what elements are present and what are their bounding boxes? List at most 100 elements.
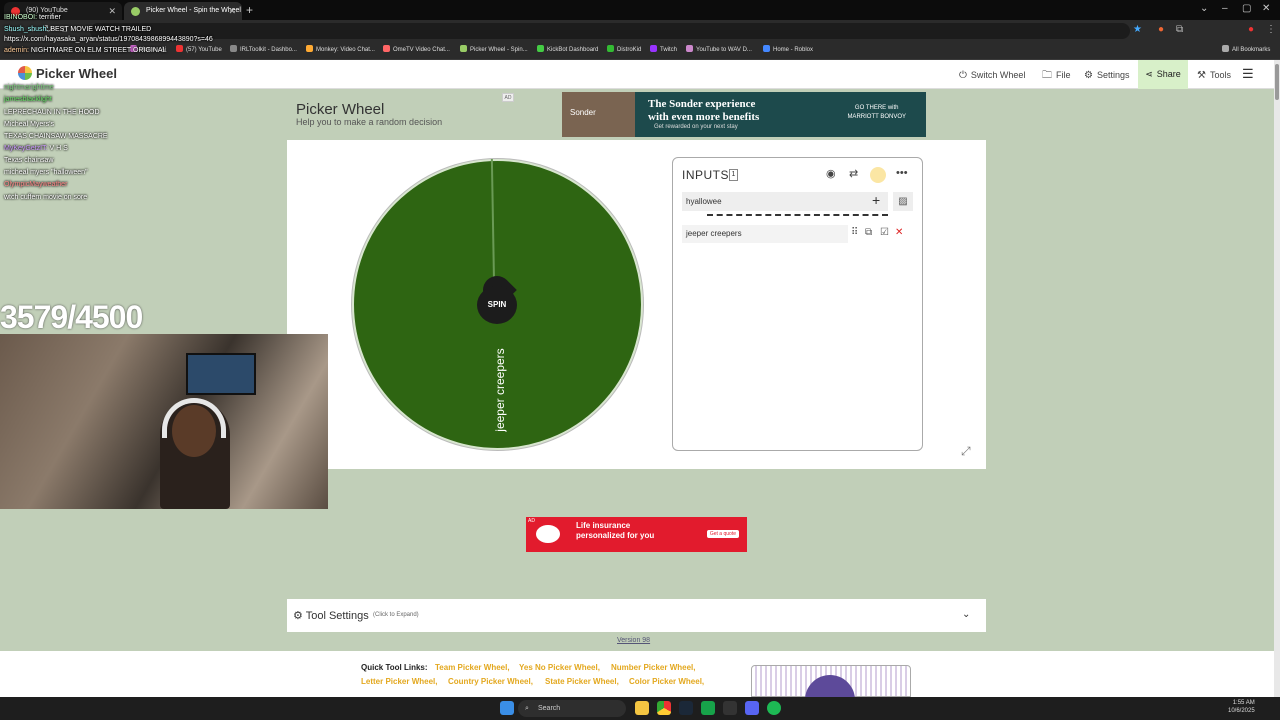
shuffle-icon[interactable]: ⇄ — [849, 167, 858, 180]
ad-cta: Get a quote — [706, 530, 739, 538]
browser-tab-active[interactable]: Picker Wheel - Spin the Wheel ✕ — [124, 2, 242, 20]
hamburger-menu-icon[interactable]: ☰ — [1242, 66, 1254, 82]
bookmark[interactable]: OmeTV Video Chat... — [383, 45, 450, 53]
close-tab-icon[interactable]: ✕ — [108, 2, 116, 20]
close-window-icon[interactable]: ✕ — [1262, 3, 1270, 14]
sort-icon[interactable] — [870, 167, 886, 183]
share-button[interactable]: ⋖ Share — [1138, 60, 1188, 89]
extension-icon[interactable]: ● — [1158, 24, 1164, 35]
scrollbar-thumb[interactable] — [1275, 64, 1279, 100]
extensions-icon[interactable]: ⧉ — [1176, 24, 1183, 35]
site-nav — [0, 60, 1274, 89]
spotify-icon[interactable] — [767, 701, 781, 715]
checkbox-icon[interactable]: ☑ — [880, 227, 889, 238]
bookmark[interactable]: KickBot Dashboard — [537, 45, 598, 53]
power-icon: ⏻ — [959, 70, 967, 81]
settings-button[interactable]: ⚙ Settings — [1084, 67, 1130, 83]
image-icon[interactable]: ▨ — [893, 192, 913, 211]
bookmark[interactable]: Monkey: Video Chat... — [306, 45, 375, 53]
windows-start-icon[interactable] — [500, 701, 514, 715]
bookmark[interactable]: YouTube to WAV D... — [686, 45, 752, 53]
bookmark-star-icon[interactable]: ★ — [1133, 24, 1142, 35]
discord-icon[interactable] — [745, 701, 759, 715]
maximize-icon[interactable]: ▢ — [1242, 3, 1251, 14]
tab-search-icon[interactable]: ⌄ — [1200, 3, 1208, 14]
delete-icon[interactable]: ✕ — [895, 227, 903, 238]
chevron-down-icon[interactable]: ⌄ — [962, 609, 970, 620]
wand-icon: ⚒ — [1197, 70, 1206, 81]
page-subtitle: Help you to make a random decision — [296, 117, 443, 127]
eye-icon[interactable]: ◉ — [826, 167, 836, 180]
close-tab-icon[interactable]: ✕ — [228, 2, 236, 20]
ad-tag: AD — [502, 93, 514, 102]
chat-text: BEST MOVIE WATCH TRAILED — [50, 26, 152, 33]
bottom-ad-banner[interactable]: Life insurance personalized for you Get a… — [526, 517, 747, 552]
wheel-slice-label: jeeper creepers — [493, 348, 507, 432]
taskbar-search[interactable]: ⌕ Search — [518, 700, 626, 717]
ad-brand: Sonder — [570, 108, 596, 117]
chat-text: wtch cuffem movie on sore — [4, 194, 88, 201]
chat-message: Texas chainsaw — [4, 157, 53, 164]
tools-button[interactable]: ⚒ Tools — [1197, 67, 1231, 83]
inputs-title: INPUTS — [682, 168, 730, 182]
bookmark[interactable]: Home - Roblox — [763, 45, 813, 53]
chat-text: terrifier — [39, 14, 61, 21]
gear-icon: ⚙ — [1084, 70, 1093, 81]
file-explorer-icon[interactable] — [635, 701, 649, 715]
entry-input[interactable] — [682, 192, 888, 211]
chat-message: jamesblacklight — [4, 96, 52, 103]
chat-username: MyKeyGetzIT: — [4, 145, 50, 152]
ad-headline: The Sonder experience with even more bene… — [648, 98, 760, 123]
chat-message: micheal myers "halloween" — [4, 169, 88, 176]
scrollbar[interactable] — [1274, 60, 1280, 700]
bookmark[interactable]: Twitch — [650, 45, 677, 53]
chat-username: OlympicMayweather — [4, 181, 68, 188]
app-icon[interactable] — [723, 701, 737, 715]
menu-icon[interactable]: ⋮ — [1266, 24, 1276, 35]
expand-icon[interactable]: ⤢ — [961, 444, 971, 459]
quick-link[interactable]: Color Picker Wheel, — [629, 677, 704, 686]
quick-link[interactable]: State Picker Wheel, — [545, 677, 619, 686]
chat-text: NIGHTMARE ON ELM STREET ORIGINAL — [30, 47, 167, 54]
chrome-icon[interactable] — [657, 701, 671, 715]
spin-button[interactable]: SPIN — [477, 286, 517, 324]
list-item[interactable]: jeeper creepers — [682, 225, 848, 243]
steam-icon[interactable] — [679, 701, 693, 715]
all-bookmarks[interactable]: All Bookmarks — [1222, 45, 1270, 53]
plus-icon[interactable]: + — [246, 3, 253, 17]
profile-icon[interactable]: ● — [1248, 24, 1254, 35]
url-input[interactable] — [90, 23, 1130, 39]
quick-link[interactable]: Country Picker Wheel, — [448, 677, 533, 686]
wheel-logo-icon — [18, 66, 32, 80]
browser-tab-title: Picker Wheel - Spin the Wheel — [146, 7, 241, 14]
drag-handle-icon[interactable]: ⠿ — [851, 227, 858, 238]
bookmark[interactable]: Picker Wheel - Spin... — [460, 45, 528, 53]
settings-label: Settings — [1096, 70, 1130, 80]
more-options-icon[interactable]: ••• — [896, 167, 908, 179]
quick-link[interactable]: Number Picker Wheel, — [611, 663, 695, 672]
minimize-icon[interactable]: – — [1222, 3, 1228, 14]
duplicate-icon[interactable]: ⧉ — [865, 227, 872, 238]
chat-message: TEXAS CHAINSAW MASSACRE — [4, 133, 108, 140]
taskbar-clock[interactable]: 1:55 AM 10/6/2025 — [1228, 699, 1255, 715]
add-entry-icon[interactable]: + — [872, 192, 880, 208]
quick-link[interactable]: Letter Picker Wheel, — [361, 677, 437, 686]
chat-message: IBINOBOI: terrifier — [4, 14, 61, 21]
quick-link[interactable]: Team Picker Wheel, — [435, 663, 510, 672]
quick-link[interactable]: Yes No Picker Wheel, — [519, 663, 600, 672]
bookmark[interactable]: (57) YouTube — [176, 45, 222, 53]
app-icon[interactable] — [701, 701, 715, 715]
tool-settings-hint: (Click to Expand) — [373, 612, 419, 618]
bookmark[interactable]: IRLToolkit - Dashbo... — [230, 45, 297, 53]
chat-text: Micheal Myers's — [4, 121, 54, 128]
top-ad-banner[interactable]: Sonder The Sonder experience with even mo… — [562, 92, 926, 137]
ad-headline: Life insurance personalized for you — [576, 521, 655, 540]
switch-wheel-button[interactable]: ⏻ Switch Wheel — [959, 67, 1025, 83]
gear-icon: ⚙ — [293, 610, 303, 622]
file-button[interactable]: 🗀 File — [1042, 67, 1071, 83]
ad-tag: AD — [528, 518, 535, 524]
bookmark[interactable]: DistroKid — [607, 45, 641, 53]
version-link[interactable]: Version 98 — [617, 637, 650, 644]
webcam-monitor — [186, 353, 256, 395]
site-logo[interactable]: Picker Wheel — [18, 66, 117, 81]
